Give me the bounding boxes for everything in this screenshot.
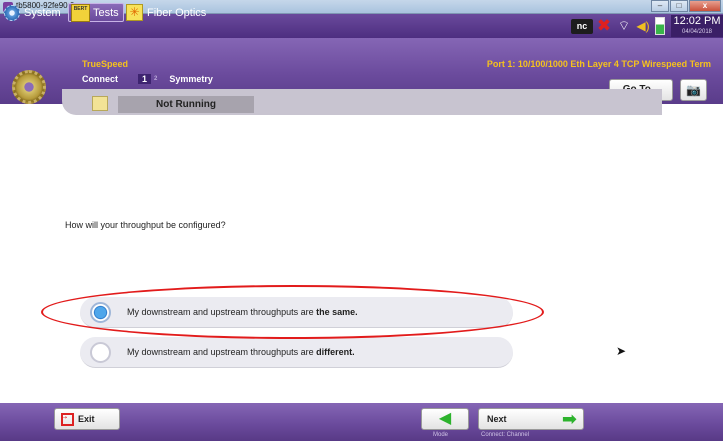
network-error-icon[interactable]: ✖	[595, 17, 613, 35]
option-label-emphasis: different	[316, 347, 353, 357]
next-caption: Connect: Channel	[481, 432, 530, 438]
wifi-icon[interactable]: ⌔	[615, 18, 633, 34]
tests-button[interactable]: BERT Tests	[68, 3, 124, 22]
mouse-cursor-icon: ➤	[616, 344, 627, 358]
option-label: My downstream and upstream throughputs a…	[127, 347, 355, 357]
option-different-throughput[interactable]: My downstream and upstream throughputs a…	[80, 337, 513, 368]
status-indicator[interactable]	[92, 96, 108, 111]
step-next-number: 2	[154, 76, 158, 82]
battery-icon[interactable]	[655, 17, 665, 35]
back-arrow-icon: ◀	[438, 410, 452, 427]
system-tray: nc ✖ ⌔ ◀) 12:02 PM 04/04/2018	[571, 14, 723, 38]
exit-icon	[59, 411, 74, 426]
question-text: How will your throughput be configured?	[65, 220, 226, 230]
clock: 12:02 PM 04/04/2018	[671, 15, 723, 37]
step-current-label[interactable]: Connect	[82, 74, 118, 84]
fiber-optics-label: Fiber Optics	[147, 6, 207, 19]
test-name: TrueSpeed	[82, 59, 129, 69]
clock-date: 04/04/2018	[681, 29, 713, 35]
maximize-button[interactable]: □	[670, 0, 688, 12]
exit-button[interactable]: Exit	[54, 408, 120, 430]
nc-icon[interactable]: nc	[571, 18, 593, 34]
red-highlight-annotation	[41, 285, 544, 339]
exit-label: Exit	[78, 414, 95, 424]
speaker-icon[interactable]: ◀)	[635, 18, 651, 34]
next-arrow-icon: ➡	[561, 409, 577, 429]
bert-icon: BERT	[71, 3, 90, 22]
minimize-button[interactable]: –	[651, 0, 669, 12]
fiber-optics-button[interactable]: ✳ Fiber Optics	[126, 3, 206, 22]
fiber-optics-icon: ✳	[126, 4, 143, 21]
option-label-prefix: My downstream and upstream throughputs a…	[127, 347, 317, 357]
step-navigator: Connect 1 2 Symmetry	[82, 72, 213, 86]
system-button[interactable]: System	[4, 3, 61, 22]
option-label-suffix: .	[352, 347, 355, 357]
port-label: Port 1: 10/100/1000 Eth Layer 4 TCP Wire…	[486, 59, 711, 69]
camera-icon: 📷	[686, 83, 701, 97]
test-gear-icon[interactable]	[12, 70, 46, 104]
clock-time: 12:02 PM	[673, 15, 721, 27]
screenshot-button[interactable]: 📷	[680, 79, 707, 101]
tests-label: Tests	[93, 6, 119, 19]
next-label: Next	[487, 414, 507, 424]
close-button[interactable]: x	[689, 0, 721, 12]
step-next-label[interactable]: Symmetry	[169, 74, 213, 84]
system-label: System	[24, 6, 61, 19]
bert-icon-text: BERT	[73, 5, 88, 12]
status-text: Not Running	[118, 96, 254, 113]
radio-unselected-icon[interactable]	[90, 342, 111, 363]
window-controls: – □ x	[650, 0, 721, 14]
next-button[interactable]: Next ➡	[478, 408, 584, 430]
back-caption: Mode	[433, 432, 449, 438]
step-current-number: 1	[138, 74, 152, 84]
system-gear-icon	[4, 4, 20, 21]
back-button[interactable]: ◀	[421, 408, 469, 430]
